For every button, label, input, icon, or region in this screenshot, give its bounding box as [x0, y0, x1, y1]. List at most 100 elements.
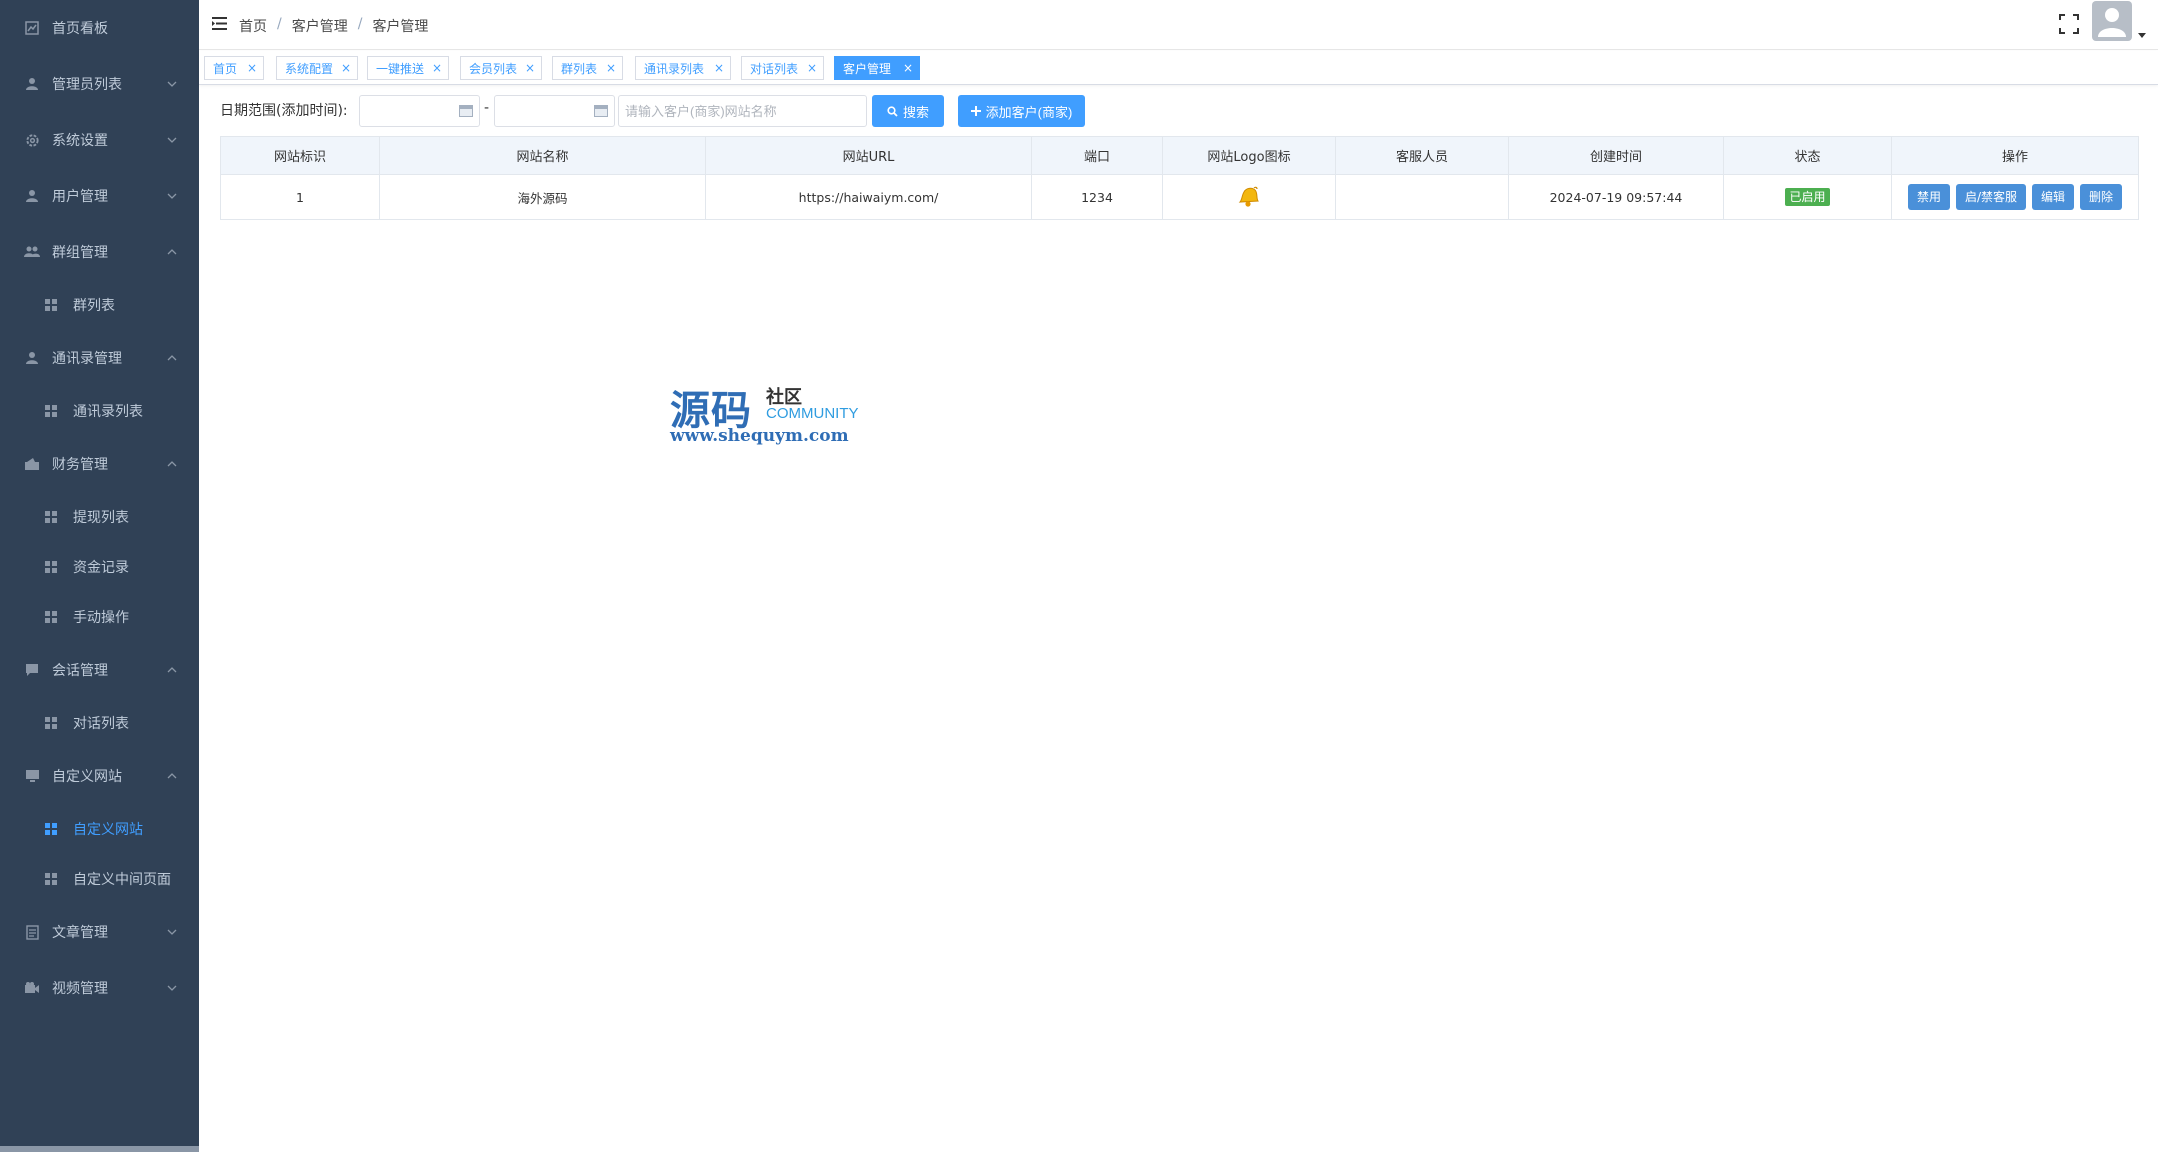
sidebar-item-label: 资金记录: [73, 560, 129, 576]
watermark-url: www.shequym.com: [670, 426, 849, 446]
date-range-separator: -: [484, 100, 490, 116]
tag-label: 客户管理: [843, 61, 892, 76]
sidebar: 首页看板 管理员列表 系统设置 用户管理 群组管理 群列表 通讯录管理 通讯录列…: [0, 0, 199, 1152]
close-icon[interactable]: ×: [714, 61, 724, 75]
chevron-up-icon: [167, 355, 177, 361]
sidebar-item-label: 首页看板: [52, 21, 108, 37]
grid-icon: [45, 511, 57, 523]
sidebar-item-label: 通讯录管理: [52, 351, 122, 367]
sidebar-item-group-list[interactable]: 群列表: [0, 280, 199, 330]
sidebar-item-label: 管理员列表: [52, 77, 122, 93]
tag-push[interactable]: 一键推送 ×: [367, 56, 449, 80]
breadcrumb-customer-mgmt[interactable]: 客户管理: [292, 16, 348, 36]
date-range-label: 日期范围(添加时间):: [220, 103, 348, 119]
user-icon: [24, 76, 40, 92]
sidebar-item-custom-middle-page[interactable]: 自定义中间页面: [0, 854, 199, 904]
disable-button[interactable]: 禁用: [1907, 184, 1950, 210]
edit-button[interactable]: 编辑: [2032, 184, 2075, 210]
chevron-up-icon: [167, 461, 177, 467]
sidebar-item-dialog-list[interactable]: 对话列表: [0, 698, 199, 748]
chevron-down-icon: [167, 985, 177, 991]
sidebar-item-finance[interactable]: 财务管理: [0, 438, 199, 490]
sidebar-item-admins[interactable]: 管理员列表: [0, 58, 199, 110]
watermark-logo: 源码 社区 COMMUNITY www.shequym.com: [670, 378, 900, 448]
calendar-icon: [594, 105, 608, 117]
sidebar-item-label: 系统设置: [52, 133, 108, 149]
grid-icon: [45, 823, 57, 835]
close-icon[interactable]: ×: [606, 61, 616, 75]
gear-icon: [24, 132, 40, 148]
column-header: 创建时间: [1508, 136, 1724, 175]
user-avatar-icon: [2098, 8, 2126, 37]
grid-icon: [45, 561, 57, 573]
user-icon: [24, 188, 40, 204]
search-icon: [887, 105, 898, 117]
tag-contact-list[interactable]: 通讯录列表 ×: [635, 56, 731, 80]
chevron-down-icon: [167, 193, 177, 199]
add-customer-button[interactable]: 添加客户(商家): [958, 95, 1085, 127]
group-icon: [24, 244, 40, 260]
close-icon[interactable]: ×: [807, 61, 817, 75]
tag-home[interactable]: 首页 ×: [204, 56, 264, 80]
avatar[interactable]: [2092, 1, 2132, 41]
sidebar-item-videos[interactable]: 视频管理: [0, 962, 199, 1014]
close-icon[interactable]: ×: [903, 61, 913, 75]
toggle-service-button[interactable]: 启/禁客服: [1955, 184, 2027, 210]
breadcrumb-current: 客户管理: [372, 19, 429, 35]
bell-icon: [1238, 186, 1259, 207]
sidebar-item-manual-ops[interactable]: 手动操作: [0, 592, 199, 642]
sidebar-item-label: 手动操作: [73, 610, 129, 626]
breadcrumb-separator: /: [277, 16, 282, 32]
hamburger-icon[interactable]: [212, 17, 227, 30]
chart-icon: [24, 20, 40, 36]
sidebar-item-settings[interactable]: 系统设置: [0, 114, 199, 166]
sidebar-item-withdrawals[interactable]: 提现列表: [0, 492, 199, 542]
status-badge: 已启用: [1785, 188, 1830, 206]
close-icon[interactable]: ×: [525, 61, 535, 75]
delete-button[interactable]: 删除: [2080, 184, 2123, 210]
search-button[interactable]: 搜索: [872, 95, 944, 127]
add-customer-button-label: 添加客户(商家): [985, 104, 1073, 120]
sidebar-item-articles[interactable]: 文章管理: [0, 906, 199, 958]
fullscreen-icon[interactable]: [2059, 14, 2079, 34]
sidebar-item-users[interactable]: 用户管理: [0, 170, 199, 222]
tag-label: 群列表: [561, 61, 598, 76]
tag-label: 通讯录列表: [644, 61, 705, 76]
site-name-search-input[interactable]: [618, 95, 867, 127]
cell-staff: [1335, 174, 1509, 220]
tag-system-config[interactable]: 系统配置 ×: [276, 56, 358, 80]
end-date-input[interactable]: [494, 95, 615, 127]
chevron-up-icon: [167, 249, 177, 255]
sidebar-item-custom-site-active[interactable]: 自定义网站: [0, 804, 199, 854]
sidebar-item-label: 视频管理: [52, 981, 108, 997]
sidebar-item-dashboard[interactable]: 首页看板: [0, 2, 199, 54]
sidebar-item-contacts[interactable]: 通讯录管理: [0, 332, 199, 384]
sidebar-item-label: 群列表: [73, 298, 115, 314]
sidebar-item-contact-list[interactable]: 通讯录列表: [0, 386, 199, 436]
cell-status: 已启用: [1723, 174, 1892, 220]
sidebar-item-fund-records[interactable]: 资金记录: [0, 542, 199, 592]
sidebar-item-label: 用户管理: [52, 189, 108, 205]
close-icon[interactable]: ×: [432, 61, 442, 75]
tag-group-list[interactable]: 群列表 ×: [552, 56, 623, 80]
cell-site-url: https://haiwaiym.com/: [705, 174, 1032, 220]
plus-icon: [970, 106, 981, 116]
sidebar-item-groups[interactable]: 群组管理: [0, 226, 199, 278]
sidebar-item-sessions[interactable]: 会话管理: [0, 644, 199, 696]
tag-customer-mgmt[interactable]: 客户管理 ×: [834, 56, 920, 80]
table-header-row: 网站标识 网站名称 网站URL 端口 网站Logo图标 客服人员 创建时间 状态…: [220, 136, 2139, 175]
start-date-input[interactable]: [359, 95, 480, 127]
sidebar-item-custom-sites[interactable]: 自定义网站: [0, 750, 199, 802]
tag-dialog-list[interactable]: 对话列表 ×: [741, 56, 824, 80]
column-header: 操作: [1891, 136, 2139, 175]
sidebar-scrollbar[interactable]: [0, 1146, 199, 1152]
tag-member-list[interactable]: 会员列表 ×: [460, 56, 542, 80]
close-icon[interactable]: ×: [247, 61, 257, 75]
close-icon[interactable]: ×: [341, 61, 351, 75]
column-header: 端口: [1031, 136, 1163, 175]
grid-icon: [45, 405, 57, 417]
breadcrumb-home[interactable]: 首页: [239, 16, 267, 36]
chevron-down-icon: [167, 137, 177, 143]
caret-down-icon[interactable]: [2138, 33, 2146, 38]
navbar: 首页 / 客户管理 / 客户管理: [199, 0, 2158, 50]
